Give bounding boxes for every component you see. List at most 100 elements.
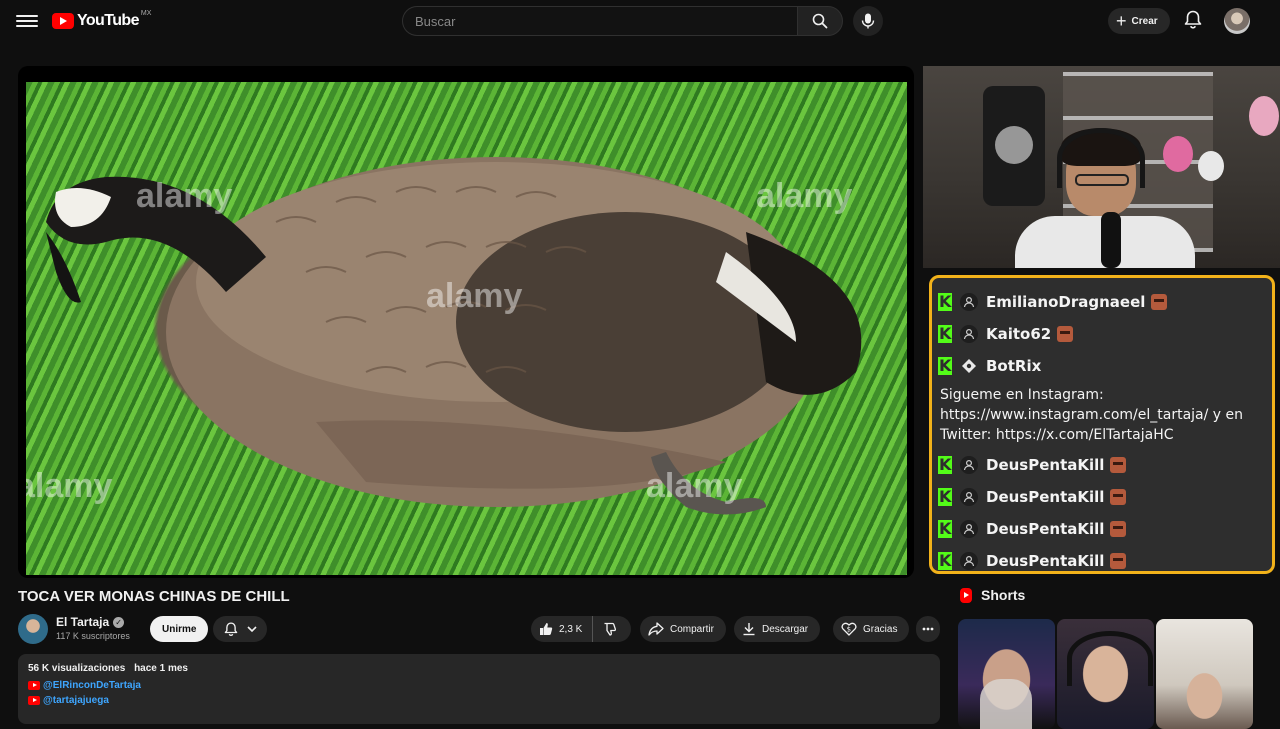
thumbs-down-icon bbox=[604, 622, 617, 636]
upload-date: hace 1 mes bbox=[134, 663, 188, 674]
channel-link[interactable]: @tartajajuega bbox=[28, 695, 930, 706]
share-icon bbox=[648, 622, 664, 636]
chevron-down-icon bbox=[246, 625, 257, 632]
share-label: Compartir bbox=[670, 623, 714, 635]
video-frame[interactable]: alamy alamy alamy alamy alamy bbox=[26, 82, 907, 575]
download-icon bbox=[743, 623, 755, 636]
short-thumbnail[interactable] bbox=[1156, 619, 1253, 729]
youtube-play-icon bbox=[52, 13, 74, 29]
like-button[interactable]: 2,3 K bbox=[531, 616, 594, 642]
thanks-label: Gracias bbox=[863, 623, 898, 635]
chat-username: Kaito62 bbox=[986, 325, 1052, 343]
kick-icon bbox=[938, 552, 952, 570]
chat-line: DeusPentaKill bbox=[938, 449, 1266, 481]
chat-line: EmilianoDragnaeel bbox=[938, 286, 1266, 318]
emote-icon bbox=[1110, 553, 1127, 569]
channel-link[interactable]: @ElRinconDeTartaja bbox=[28, 680, 930, 691]
channel-link-text: @ElRinconDeTartaja bbox=[43, 680, 141, 691]
menu-icon[interactable] bbox=[16, 12, 38, 30]
watermark-4: alamy bbox=[646, 467, 742, 505]
search-input[interactable] bbox=[402, 6, 797, 36]
chat-username: BotRix bbox=[986, 357, 1042, 375]
glasses bbox=[1075, 174, 1129, 186]
chat-username: EmilianoDragnaeel bbox=[986, 293, 1146, 311]
plus-icon: + bbox=[1116, 11, 1127, 31]
search-icon bbox=[812, 13, 828, 29]
youtube-logo[interactable]: YouTube MX bbox=[52, 9, 152, 30]
join-button[interactable]: Unirme bbox=[150, 616, 209, 642]
notifications-button[interactable] bbox=[1184, 10, 1204, 32]
download-button[interactable]: Descargar bbox=[734, 616, 821, 642]
region-code: MX bbox=[140, 9, 152, 17]
kick-icon bbox=[938, 293, 952, 311]
description-stats: 56 K visualizaciones hace 1 mes bbox=[28, 663, 930, 674]
plush-toy bbox=[1198, 151, 1224, 181]
chat-username: DeusPentaKill bbox=[986, 520, 1105, 538]
chat-line: DeusPentaKill bbox=[938, 545, 1266, 571]
dislike-button[interactable] bbox=[593, 616, 627, 642]
like-count: 2,3 K bbox=[559, 623, 583, 635]
channel-avatar[interactable] bbox=[18, 614, 48, 644]
svg-text:$: $ bbox=[847, 626, 851, 634]
watermark-2: alamy bbox=[426, 277, 522, 315]
thumbs-up-icon bbox=[540, 623, 553, 635]
subscription-bell-button[interactable] bbox=[213, 616, 267, 642]
user-badge-icon bbox=[960, 520, 978, 538]
view-count: 56 K visualizaciones bbox=[28, 663, 126, 674]
bell-icon bbox=[1184, 10, 1202, 29]
top-bar: YouTube MX + Crear bbox=[0, 0, 1280, 44]
emote-icon bbox=[1110, 489, 1127, 505]
streamer-webcam bbox=[923, 66, 1280, 268]
channel-name-link[interactable]: El Tartaja ✓ bbox=[56, 615, 125, 629]
search-button[interactable] bbox=[797, 6, 843, 36]
watermark-3: alamy bbox=[756, 177, 852, 215]
chat-line: Kaito62 bbox=[938, 318, 1266, 350]
microphone-icon bbox=[861, 13, 875, 29]
youtube-icon bbox=[28, 681, 40, 690]
short-thumbnail[interactable] bbox=[958, 619, 1055, 729]
user-badge-icon bbox=[960, 488, 978, 506]
share-button[interactable]: Compartir bbox=[640, 616, 726, 642]
channel-name: El Tartaja bbox=[56, 615, 110, 629]
bell-icon bbox=[224, 621, 237, 636]
chat-line: DeusPentaKill bbox=[938, 513, 1266, 545]
bot-badge-icon bbox=[960, 357, 978, 375]
video-player[interactable]: alamy alamy alamy alamy alamy bbox=[18, 66, 914, 578]
download-label: Descargar bbox=[762, 623, 809, 635]
video-title: TOCA VER MONAS CHINAS DE CHILL bbox=[18, 588, 290, 605]
watermark-5: alamy bbox=[26, 467, 112, 505]
kick-icon bbox=[938, 325, 952, 343]
chat-username: DeusPentaKill bbox=[986, 552, 1105, 570]
channel-link-text: @tartajajuega bbox=[43, 695, 109, 706]
emote-icon bbox=[1057, 326, 1074, 342]
shorts-icon bbox=[960, 587, 972, 603]
user-avatar[interactable] bbox=[1224, 8, 1250, 34]
plush-toy bbox=[1249, 96, 1279, 136]
shorts-header: Shorts bbox=[960, 587, 1025, 603]
subscriber-count: 117 K suscriptores bbox=[56, 631, 130, 641]
more-icon bbox=[922, 627, 934, 631]
logo-text: YouTube bbox=[77, 12, 139, 29]
description-box[interactable]: 56 K visualizaciones hace 1 mes @ElRinco… bbox=[18, 654, 940, 724]
verified-check-icon: ✓ bbox=[113, 616, 125, 628]
thanks-button[interactable]: $ Gracias bbox=[833, 616, 910, 642]
short-thumbnail[interactable] bbox=[1057, 619, 1154, 729]
shorts-title: Shorts bbox=[981, 587, 1026, 603]
heart-dollar-icon: $ bbox=[841, 622, 857, 636]
kick-icon bbox=[938, 456, 952, 474]
youtube-icon bbox=[28, 696, 40, 705]
chat-line: DeusPentaKill bbox=[938, 481, 1266, 513]
chat-username: DeusPentaKill bbox=[986, 456, 1105, 474]
emote-icon bbox=[1110, 457, 1127, 473]
user-badge-icon bbox=[960, 456, 978, 474]
chat-username: DeusPentaKill bbox=[986, 488, 1105, 506]
user-badge-icon bbox=[960, 325, 978, 343]
create-button[interactable]: + Crear bbox=[1108, 8, 1170, 34]
kick-icon bbox=[938, 357, 952, 375]
kick-icon bbox=[938, 488, 952, 506]
more-actions-button[interactable] bbox=[916, 616, 940, 642]
stream-chat-overlay: EmilianoDragnaeel Kaito62 BotRix Sigueme… bbox=[929, 275, 1275, 574]
voice-search-button[interactable] bbox=[853, 6, 883, 36]
plush-toy bbox=[1163, 136, 1193, 172]
create-label: Crear bbox=[1131, 15, 1158, 27]
